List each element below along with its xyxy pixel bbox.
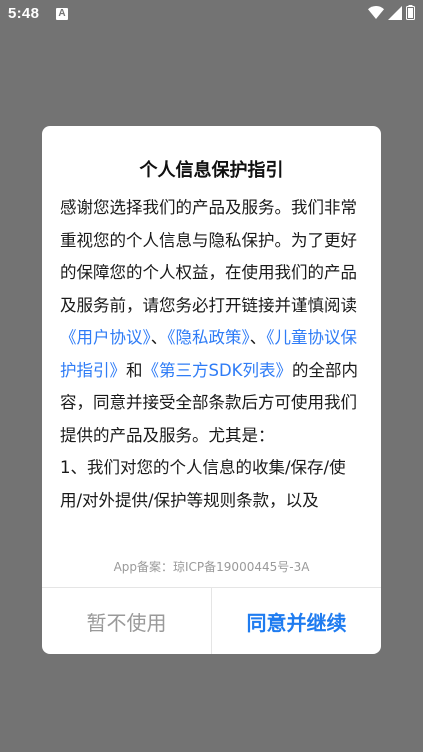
sdk-list-link[interactable]: 《第三方SDK列表》 [143,361,293,380]
body-separator: 、 [150,328,168,347]
body-point-1: 1、我们对您的个人信息的收集/保存/使用/对外提供/保护等规则条款，以及 [60,458,346,510]
body-separator: 和 [126,360,143,380]
dialog-title: 个人信息保护指引 [139,160,284,181]
body-intro: 感谢您选择我们的产品及服务。我们非常重视您的个人信息与隐私保护。为了更好的保障您… [60,198,357,315]
notification-a-icon: A [56,8,68,20]
wifi-icon [368,6,384,19]
decline-button[interactable]: 暂不使用 [42,588,212,654]
battery-icon [406,5,415,20]
signal-icon [388,5,402,20]
user-agreement-link[interactable]: 《用户协议》 [60,328,151,347]
app-filing-number: App备案：琼ICP备19000445号-3A [113,560,310,574]
privacy-policy-link[interactable]: 《隐私政策》 [167,328,250,347]
dialog-body[interactable]: 感谢您选择我们的产品及服务。我们非常重视您的个人信息与隐私保护。为了更好的保障您… [60,192,365,600]
status-bar: 5:48 A [0,0,423,30]
privacy-dialog: 个人信息保护指引 感谢您选择我们的产品及服务。我们非常重视您的个人信息与隐私保护… [42,126,381,654]
status-icons [368,5,415,20]
accept-continue-button[interactable]: 同意并继续 [212,588,381,654]
dialog-button-row: 暂不使用 同意并继续 [42,587,381,654]
body-separator: 、 [249,328,267,347]
status-time: 5:48 [8,5,40,22]
